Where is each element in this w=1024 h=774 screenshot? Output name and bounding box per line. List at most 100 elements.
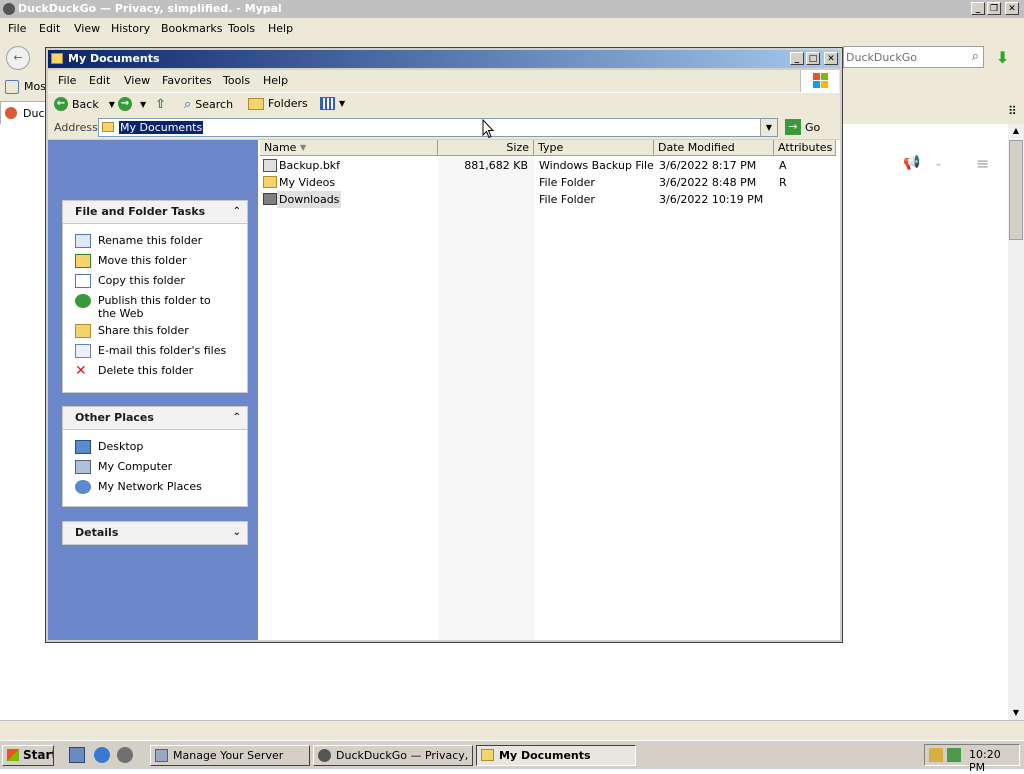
- up-folder-button[interactable]: ⇧: [155, 97, 166, 112]
- tab-grid-icon[interactable]: ⠿: [1008, 104, 1017, 118]
- bookmark-item[interactable]: Mos: [24, 80, 46, 93]
- explorer-menu-file[interactable]: File: [58, 74, 76, 87]
- back-dropdown-icon[interactable]: ▼: [109, 100, 115, 109]
- server-icon: [155, 749, 168, 762]
- file-list: Name ▼ Size Type Date Modified Attributes…: [260, 140, 840, 640]
- task-rename-folder[interactable]: Rename this folder: [75, 234, 202, 248]
- back-button[interactable]: ← Back ▼: [54, 97, 115, 111]
- other-places-panel: Desktop My Computer My Network Places: [62, 430, 248, 507]
- file-row[interactable]: My Videos File Folder 3/6/2022 8:48 PM R: [260, 174, 836, 191]
- browser-menu-tools[interactable]: Tools: [228, 22, 255, 35]
- quicklaunch-show-desktop-icon[interactable]: [69, 747, 85, 763]
- windows-flag-icon: [7, 749, 19, 761]
- file-type: Windows Backup File: [539, 159, 654, 172]
- search-button[interactable]: ⌕ Search: [184, 97, 233, 112]
- file-row[interactable]: Backup.bkf 881,682 KB Windows Backup Fil…: [260, 157, 836, 174]
- task-delete-folder[interactable]: ✕ Delete this folder: [75, 364, 193, 378]
- task-move-folder[interactable]: Move this folder: [75, 254, 187, 268]
- file-folder-tasks-header[interactable]: File and Folder Tasks ⌃: [62, 200, 248, 224]
- search-icon: ⌕: [184, 97, 192, 112]
- place-desktop[interactable]: Desktop: [75, 440, 143, 454]
- scroll-up-arrow-icon[interactable]: ▲: [1008, 124, 1024, 138]
- go-button[interactable]: → Go: [785, 119, 820, 135]
- explorer-close-button[interactable]: ✕: [824, 52, 838, 65]
- browser-back-button[interactable]: ←: [6, 46, 30, 70]
- hamburger-menu-icon[interactable]: ≡: [976, 154, 989, 173]
- browser-search-box[interactable]: DuckDuckGo ⌕: [843, 46, 984, 68]
- browser-menu-help[interactable]: Help: [268, 22, 293, 35]
- task-label: Copy this folder: [98, 274, 185, 287]
- task-pane: File and Folder Tasks ⌃ Rename this fold…: [48, 140, 258, 640]
- address-dropdown-icon[interactable]: ▼: [760, 119, 777, 136]
- taskbar-item-manage-server[interactable]: Manage Your Server: [150, 745, 310, 766]
- explorer-maximize-button[interactable]: □: [806, 52, 820, 65]
- forward-dropdown-icon[interactable]: ▼: [140, 100, 146, 109]
- size-column-shade: [438, 156, 534, 640]
- browser-menu-view[interactable]: View: [74, 22, 100, 35]
- explorer-menu-edit[interactable]: Edit: [89, 74, 110, 87]
- browser-menubar: File Edit View History Bookmarks Tools H…: [0, 18, 1024, 40]
- browser-menu-file[interactable]: File: [8, 22, 26, 35]
- task-label: E-mail this folder's files: [98, 344, 227, 357]
- browser-minimize-button[interactable]: _: [971, 2, 985, 15]
- scroll-down-arrow-icon[interactable]: ▼: [1008, 706, 1024, 720]
- taskbar-item-my-documents[interactable]: My Documents: [476, 745, 636, 766]
- task-copy-folder[interactable]: Copy this folder: [75, 274, 185, 288]
- quicklaunch-raccoon-icon[interactable]: [117, 747, 133, 763]
- details-header[interactable]: Details ⌄: [62, 521, 248, 545]
- start-button[interactable]: Start: [2, 745, 54, 766]
- collapse-chevron-icon[interactable]: ⌃: [233, 201, 241, 223]
- explorer-menu-tools[interactable]: Tools: [223, 74, 250, 87]
- browser-menu-history[interactable]: History: [111, 22, 150, 35]
- browser-tab[interactable]: Duck: [0, 101, 51, 124]
- browser-menu-edit[interactable]: Edit: [39, 22, 60, 35]
- views-button[interactable]: ▼: [320, 97, 345, 110]
- scroll-thumb[interactable]: [1009, 140, 1023, 240]
- tray-network-icon[interactable]: [929, 748, 943, 762]
- backup-file-icon: [263, 159, 277, 172]
- address-input[interactable]: My Documents ▼: [98, 118, 778, 137]
- file-name: Backup.bkf: [279, 159, 341, 172]
- explorer-minimize-button[interactable]: _: [790, 52, 804, 65]
- task-publish-folder[interactable]: Publish this folder to the Web: [75, 294, 225, 320]
- search-icon: ⌕: [971, 49, 979, 64]
- task-share-folder[interactable]: Share this folder: [75, 324, 189, 338]
- quicklaunch-ie-icon[interactable]: [94, 747, 110, 763]
- browser-maximize-button[interactable]: ❐: [987, 2, 1001, 15]
- explorer-menu-view[interactable]: View: [124, 74, 150, 87]
- column-header-name[interactable]: Name ▼: [260, 140, 438, 156]
- go-arrow-icon: →: [785, 119, 801, 135]
- place-my-computer[interactable]: My Computer: [75, 460, 172, 474]
- chevron-down-icon[interactable]: ⌄: [934, 156, 943, 169]
- folder-icon: [51, 53, 63, 64]
- collapse-chevron-icon[interactable]: ⌃: [233, 407, 241, 429]
- column-header-size[interactable]: Size: [438, 140, 534, 156]
- task-email-files[interactable]: E-mail this folder's files: [75, 344, 226, 358]
- column-header-type[interactable]: Type: [534, 140, 654, 156]
- column-header-date[interactable]: Date Modified: [654, 140, 774, 156]
- file-name: Downloads: [277, 191, 342, 208]
- expand-chevron-icon[interactable]: ⌄: [233, 522, 241, 544]
- file-folder-tasks-title: File and Folder Tasks: [75, 205, 206, 218]
- browser-scrollbar[interactable]: ▲ ▼: [1008, 124, 1024, 720]
- folders-button[interactable]: Folders: [248, 97, 308, 110]
- place-label: Desktop: [98, 440, 144, 453]
- explorer-titlebar: My Documents _ □ ✕: [48, 50, 840, 68]
- tray-security-icon[interactable]: [947, 748, 961, 762]
- browser-menu-bookmarks[interactable]: Bookmarks: [161, 22, 222, 35]
- column-header-attributes[interactable]: Attributes: [774, 140, 836, 156]
- search-label: Search: [195, 98, 234, 111]
- explorer-menu-favorites[interactable]: Favorites: [162, 74, 212, 87]
- taskbar-item-duckduckgo[interactable]: DuckDuckGo — Privacy, ...: [313, 745, 473, 766]
- task-label: Delete this folder: [98, 364, 194, 377]
- other-places-header[interactable]: Other Places ⌃: [62, 406, 248, 430]
- forward-arrow-icon: →: [118, 97, 132, 111]
- file-row[interactable]: Downloads File Folder 3/6/2022 10:19 PM: [260, 191, 836, 208]
- browser-close-button[interactable]: ✕: [1005, 2, 1019, 15]
- place-network[interactable]: My Network Places: [75, 480, 202, 494]
- forward-button[interactable]: → ▼: [118, 97, 146, 111]
- download-arrow-icon[interactable]: ⬇: [996, 48, 1009, 67]
- megaphone-icon[interactable]: 📢: [903, 155, 920, 171]
- explorer-menubar: File Edit View Favorites Tools Help: [48, 70, 840, 92]
- explorer-menu-help[interactable]: Help: [263, 74, 288, 87]
